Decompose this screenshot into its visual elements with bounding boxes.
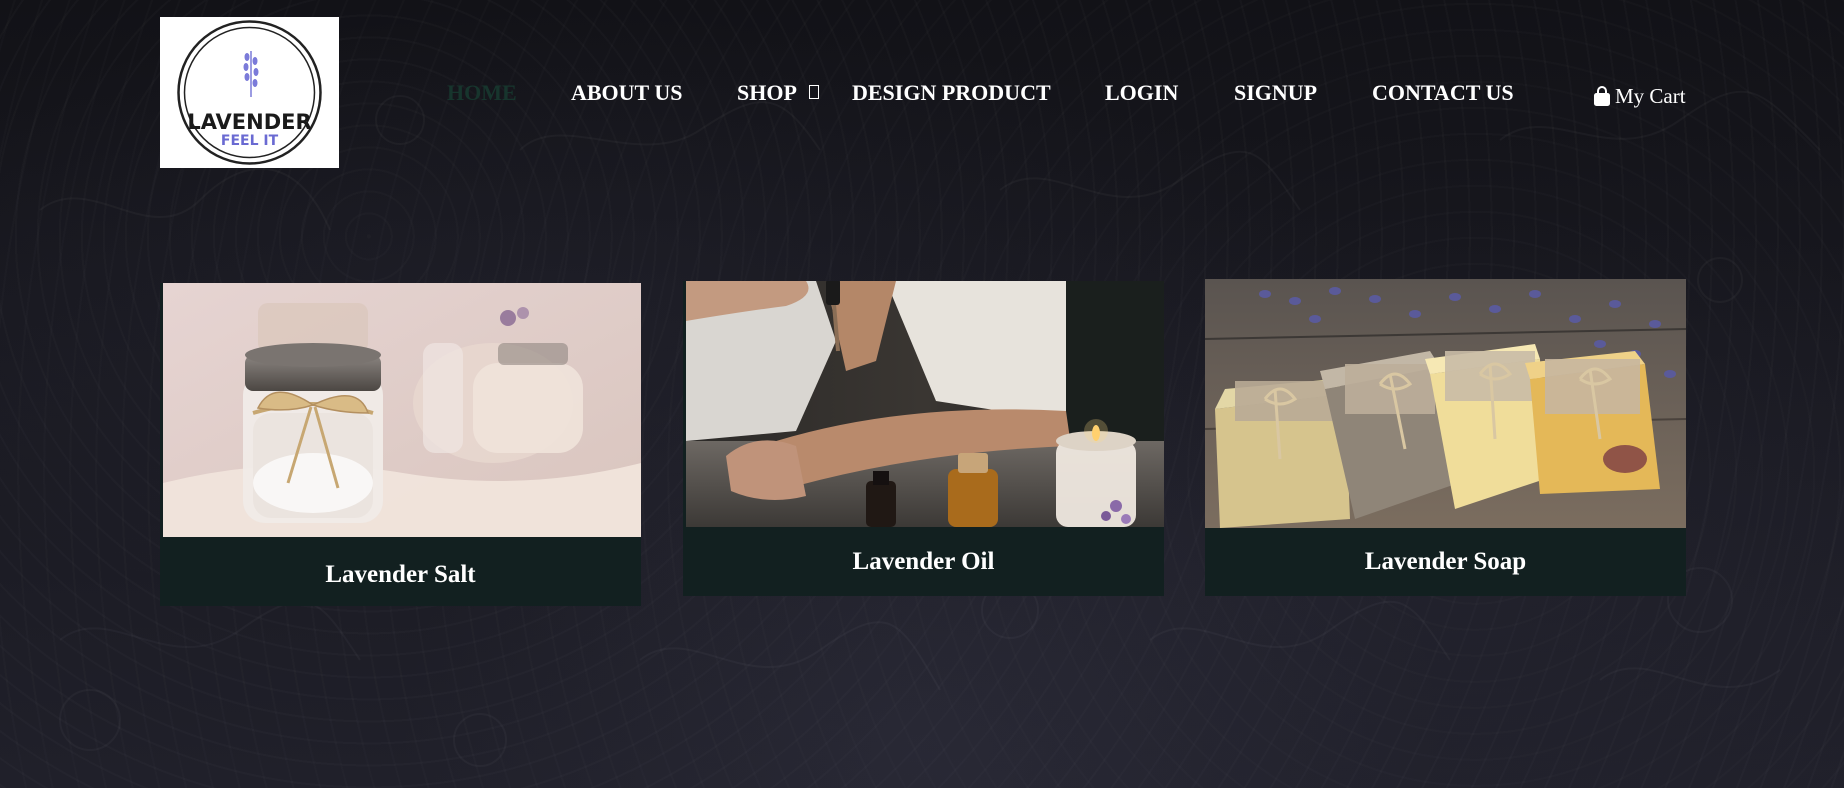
product-name-oil[interactable]: Lavender Oil [683, 528, 1164, 596]
logo-tagline: FEEL IT [221, 133, 279, 149]
product-card-oil[interactable]: Lavender Oil [683, 281, 1164, 596]
product-name-salt[interactable]: Lavender Salt [160, 543, 641, 606]
nav-item-shop[interactable]: SHOP [737, 78, 797, 108]
product-card-soap[interactable]: Lavender Soap [1205, 279, 1686, 596]
soap-bars-photo [1205, 279, 1686, 528]
shop-dropdown-icon[interactable] [809, 85, 819, 99]
cart-label: My Cart [1615, 84, 1686, 108]
oil-bottles-photo [686, 281, 1164, 527]
nav-item-design-product[interactable]: DESIGN PRODUCT [852, 78, 1051, 108]
product-name-soap[interactable]: Lavender Soap [1205, 528, 1686, 596]
site-logo[interactable]: LAVENDER FEEL IT [160, 17, 339, 168]
nav-item-signup[interactable]: SIGNUP [1234, 78, 1317, 108]
nav-item-home[interactable]: HOME [447, 78, 517, 108]
nav-item-login[interactable]: LOGIN [1105, 78, 1178, 108]
lavender-sprig-icon [243, 51, 259, 97]
product-card-salt[interactable]: Lavender Salt [160, 283, 641, 606]
nav-item-about-us[interactable]: ABOUT US [571, 78, 682, 108]
shopping-bag-icon [1593, 86, 1611, 107]
nav-item-contact-us[interactable]: CONTACT US [1372, 78, 1514, 108]
salt-jar-photo [163, 283, 641, 537]
logo-title: LAVENDER [187, 110, 311, 134]
cart-link[interactable]: My Cart [1593, 84, 1686, 109]
